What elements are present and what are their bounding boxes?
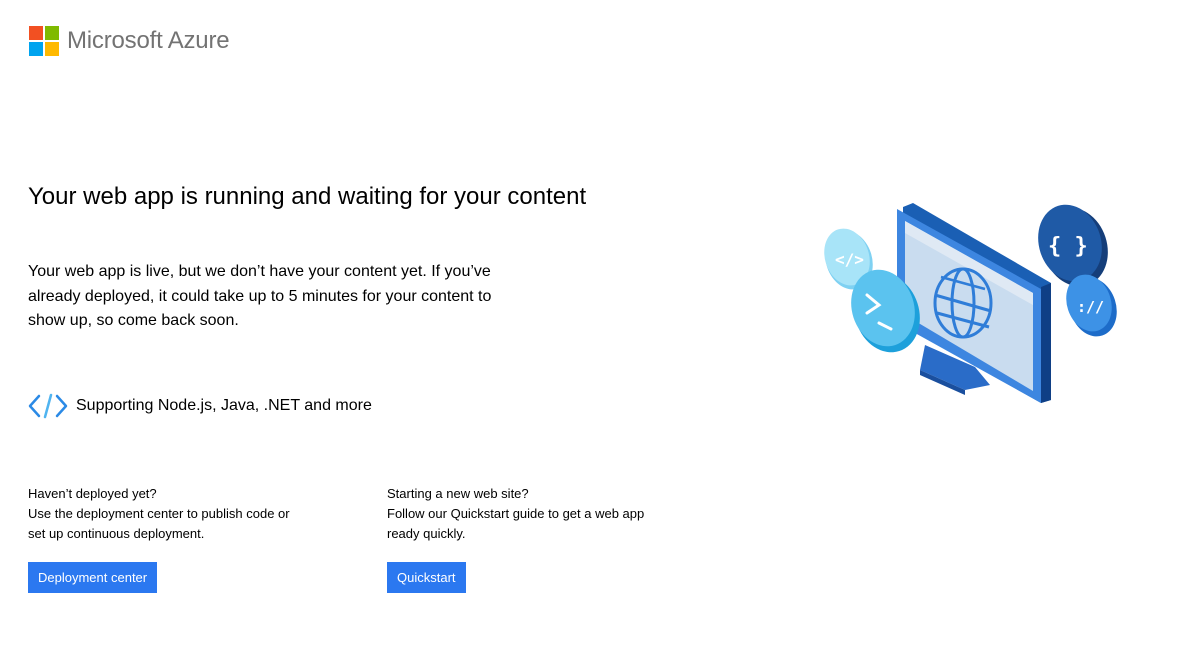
logo-square-blue <box>29 42 43 56</box>
supported-stacks: Supporting Node.js, Java, .NET and more <box>28 392 372 420</box>
microsoft-logo-icon <box>29 26 59 56</box>
code-brackets-icon <box>28 393 68 419</box>
web-app-monitor-illustration: </> { } :// <box>824 203 1117 403</box>
page-title: Your web app is running and waiting for … <box>28 183 587 210</box>
deploy-section: Haven’t deployed yet? Use the deployment… <box>28 484 298 544</box>
deployment-center-button[interactable]: Deployment center <box>28 562 158 593</box>
page: Microsoft Azure Your web app is running … <box>0 0 1181 648</box>
quickstart-section: Starting a new web site? Follow our Quic… <box>387 484 647 544</box>
deploy-question: Haven’t deployed yet? <box>28 486 157 501</box>
logo-square-green <box>45 26 59 40</box>
intro-text: Your web app is live, but we don’t have … <box>28 263 492 329</box>
quickstart-description: Follow our Quickstart guide to get a web… <box>387 506 645 541</box>
quickstart-button[interactable]: Quickstart <box>387 562 466 593</box>
quickstart-question: Starting a new web site? <box>387 486 529 501</box>
deploy-description: Use the deployment center to publish cod… <box>28 506 290 541</box>
logo-square-yellow <box>45 42 59 56</box>
svg-text:://: :// <box>1077 298 1104 316</box>
svg-text:{ }: { } <box>1048 234 1088 259</box>
logo-square-red <box>29 26 43 40</box>
brand-name: Microsoft Azure <box>67 27 230 54</box>
microsoft-azure-logo: Microsoft Azure <box>29 26 230 56</box>
svg-text:</>: </> <box>835 250 864 269</box>
support-label: Supporting Node.js, Java, .NET and more <box>76 397 372 414</box>
